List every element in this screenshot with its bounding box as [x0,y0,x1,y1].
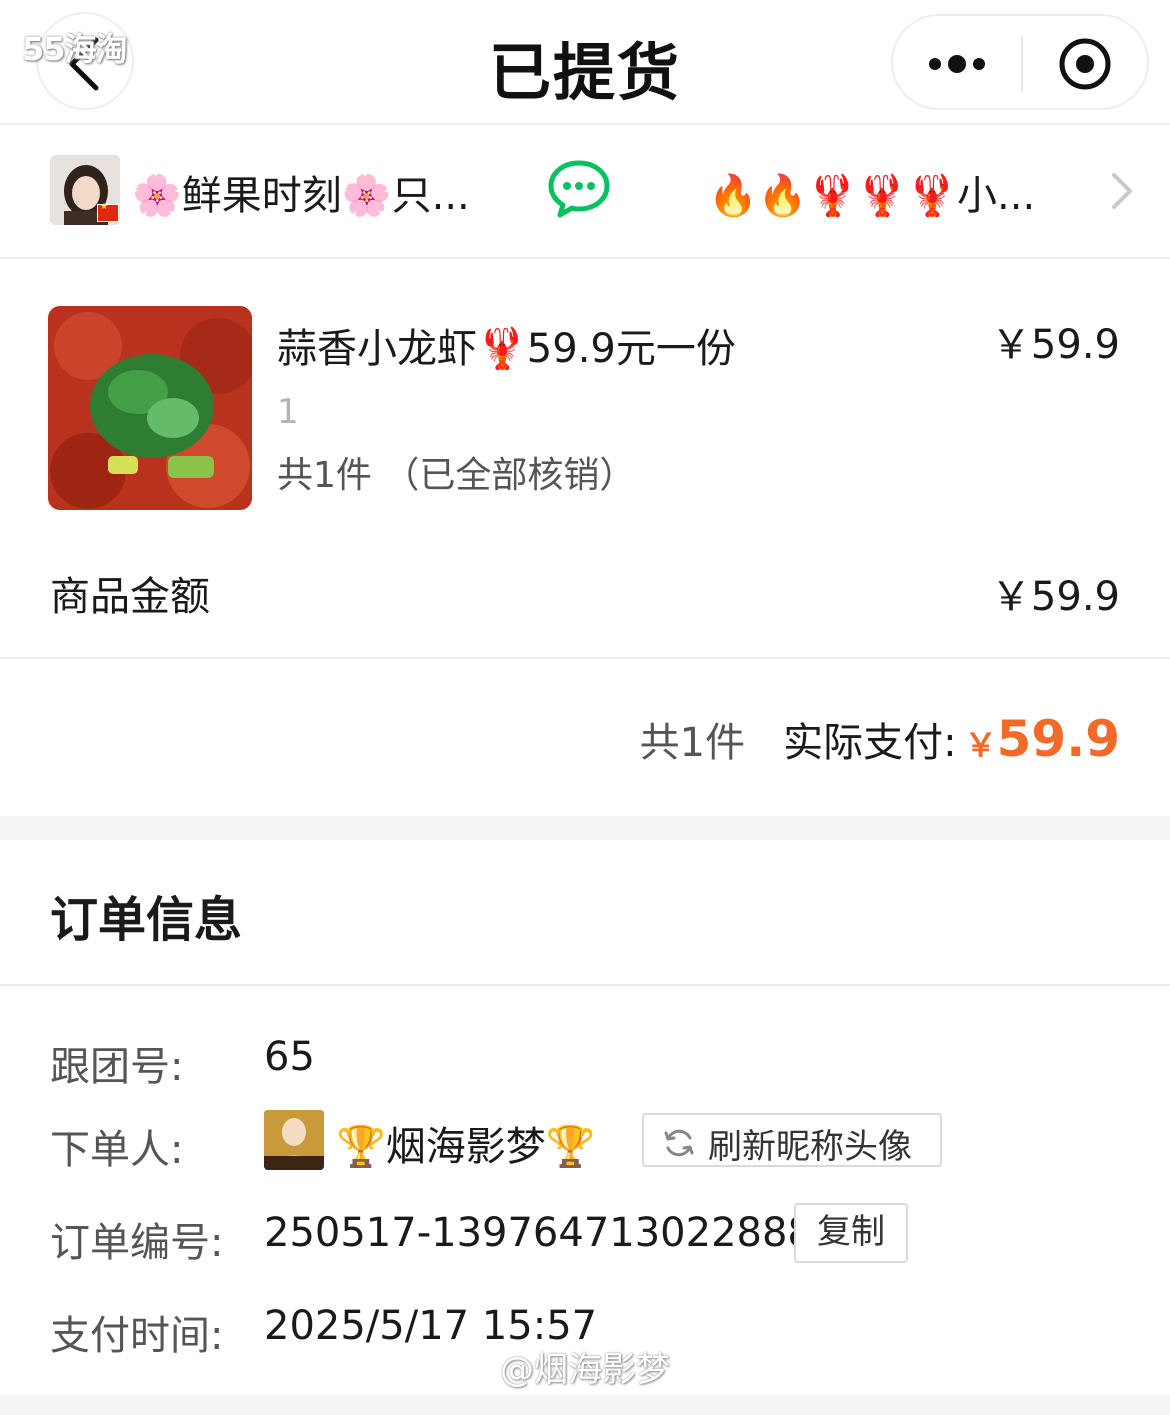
product-price: ￥59.9 [990,322,1120,368]
chevron-right-icon [1112,173,1132,209]
nav-header: 55海淘 已提货 [0,0,1170,125]
paid-currency: ￥ [964,726,997,764]
product-quantity-status: 共1件 （已全部核销） [277,455,636,496]
refresh-icon [664,1129,694,1157]
shop-bar[interactable]: 🌸鲜果时刻🌸只... 🔥🔥🦞🦞🦞小... [0,127,1170,259]
total-count: 共1件 [639,720,746,766]
goods-amount-value: ￥59.9 [990,574,1120,620]
chat-icon[interactable] [548,159,610,219]
flag-icon [97,202,119,222]
refresh-profile-button[interactable]: 刷新昵称头像 [642,1113,942,1167]
group-no-value: 65 [264,1034,315,1080]
copy-button[interactable]: 复制 [794,1203,908,1263]
bottom-band [0,1395,1170,1415]
product-name: 蒜香小龙虾🦞59.9元一份 [277,326,736,372]
paid-label: 实际支付: [783,720,957,766]
section-gap [0,816,1170,840]
mini-program-capsule [891,14,1149,110]
buyer-name: 🏆烟海影梦🏆 [336,1124,596,1170]
buyer-label: 下单人: [50,1127,184,1173]
product-image[interactable] [48,306,252,510]
product-spec: 1 [277,392,299,432]
shop-name[interactable]: 🌸鲜果时刻🌸只... [132,163,512,221]
group-no-label: 跟团号: [50,1044,184,1090]
payment-summary: 共1件 实际支付: ￥ 59.9 [640,710,1120,768]
goods-amount-label: 商品金额 [50,574,210,620]
more-icon[interactable] [927,46,987,82]
divider [0,657,1170,659]
pay-time-label: 支付时间: [50,1313,224,1359]
refresh-profile-label: 刷新昵称头像 [708,1127,912,1167]
capsule-divider [1021,36,1023,92]
footer-watermark: @烟海影梦 [500,1350,670,1390]
divider [0,984,1170,986]
order-no-value: 250517-139764713022888 [264,1210,813,1256]
buyer-avatar [264,1110,324,1170]
order-detail-page: 55海淘 已提货 🌸鲜果时刻🌸只... [0,0,1170,1415]
paid-value: 59.9 [996,710,1120,768]
group-leader-name[interactable]: 🔥🔥🦞🦞🦞小... [708,163,1088,221]
target-icon[interactable] [1057,36,1113,92]
order-no-label: 订单编号: [50,1220,224,1266]
order-info-title: 订单信息 [50,892,243,948]
